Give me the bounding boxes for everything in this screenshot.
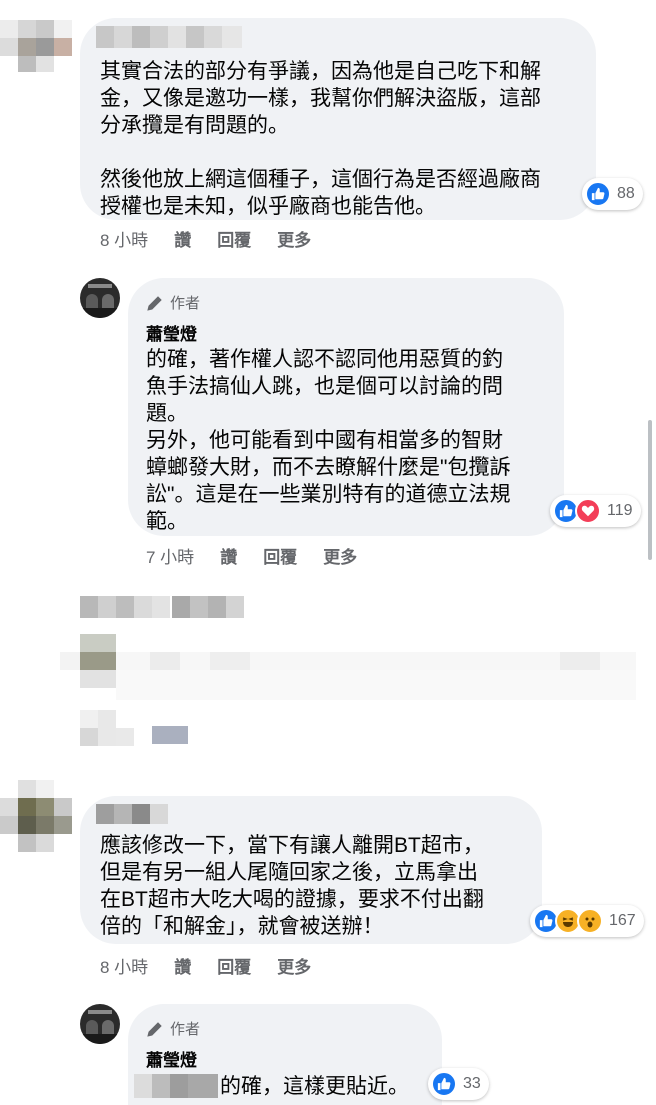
like-button[interactable]: 讚 <box>174 226 191 251</box>
comment-time[interactable]: 7 小時 <box>146 543 194 568</box>
more-button[interactable]: 更多 <box>277 953 311 978</box>
reaction-summary[interactable]: 88 <box>582 178 643 210</box>
reaction-summary[interactable]: 33 <box>428 1068 489 1100</box>
scrollbar[interactable] <box>648 420 652 560</box>
blurred-comment <box>60 596 640 756</box>
author-label: 作者 <box>170 295 201 312</box>
comment-time[interactable]: 8 小時 <box>100 953 148 978</box>
reaction-count: 119 <box>607 502 633 519</box>
like-button[interactable]: 讚 <box>220 543 237 568</box>
comment-text: 應該修改一下，當下有讓人離開BT超市， 但是有另一組人尾隨回家之後，立馬拿出 在… <box>100 834 484 938</box>
like-icon <box>431 1071 457 1097</box>
reaction-count: 33 <box>463 1075 481 1092</box>
reaction-count: 167 <box>609 912 636 929</box>
more-button[interactable]: 更多 <box>277 226 311 251</box>
pencil-icon <box>147 1021 162 1037</box>
more-button[interactable]: 更多 <box>323 543 357 568</box>
reply-button[interactable]: 回覆 <box>217 226 251 251</box>
reaction-summary[interactable]: 119 <box>550 495 641 527</box>
comment-text: 的確，著作權人認不認同他用惡質的釣 魚手法搞仙人跳，也是個可以討論的問 題。 另… <box>146 348 511 533</box>
author-label: 作者 <box>170 1021 201 1038</box>
comment-actions: 7 小時 讚 回覆 更多 <box>146 543 357 568</box>
reply-button[interactable]: 回覆 <box>263 543 297 568</box>
reaction-count: 88 <box>617 185 635 202</box>
blurred-avatar[interactable] <box>0 20 72 72</box>
wow-icon <box>577 908 603 934</box>
author-avatar[interactable] <box>80 278 120 318</box>
reply-button[interactable]: 回覆 <box>217 953 251 978</box>
blurred-avatar[interactable] <box>0 780 72 852</box>
like-button[interactable]: 讚 <box>174 953 191 978</box>
comment-text: 其實合法的部分有爭議，因為他是自己吃下和解 金，又像是邀功一樣，我幫你們解決盜版… <box>100 60 541 218</box>
pencil-icon <box>147 295 162 311</box>
blurred-commenter-name[interactable] <box>96 804 168 824</box>
author-name[interactable]: 蕭瑩燈 <box>146 320 197 345</box>
love-icon <box>575 498 601 524</box>
author-avatar[interactable] <box>80 1004 120 1044</box>
author-name[interactable]: 蕭瑩燈 <box>146 1046 197 1071</box>
comment-actions: 8 小時 讚 回覆 更多 <box>100 953 311 978</box>
author-badge: 作者 <box>146 1018 200 1039</box>
blurred-mention[interactable] <box>134 1074 218 1098</box>
reaction-summary[interactable]: 167 <box>530 905 644 937</box>
author-badge: 作者 <box>146 292 200 313</box>
comment-actions: 8 小時 讚 回覆 更多 <box>100 226 311 251</box>
comment-text: 的確，這樣更貼近。 <box>220 1075 409 1098</box>
blurred-commenter-name[interactable] <box>96 26 242 48</box>
like-icon <box>585 181 611 207</box>
comment-time[interactable]: 8 小時 <box>100 226 148 251</box>
